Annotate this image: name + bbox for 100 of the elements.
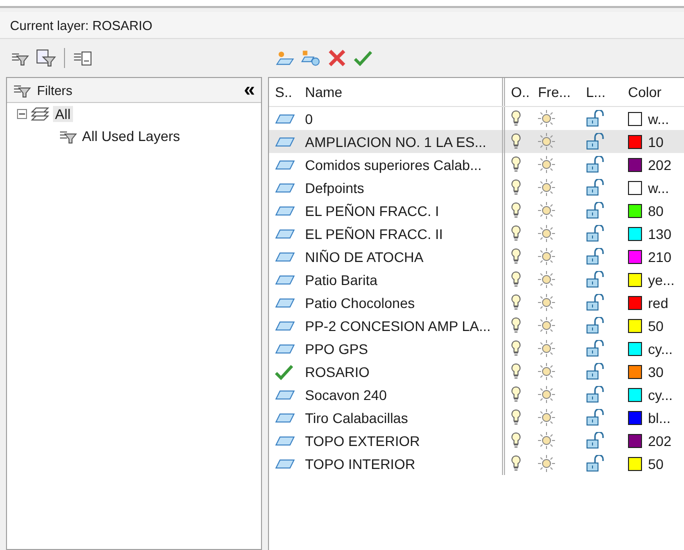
color-swatch[interactable] bbox=[628, 364, 642, 378]
bulb-icon[interactable] bbox=[511, 271, 521, 288]
bulb-icon[interactable] bbox=[511, 409, 521, 426]
unlocked-padlock-icon[interactable] bbox=[586, 110, 606, 127]
bulb-icon[interactable] bbox=[511, 179, 521, 196]
bulb-icon[interactable] bbox=[511, 202, 521, 219]
column-header[interactable]: L... bbox=[580, 78, 622, 106]
layer-row[interactable]: NIÑO DE ATOCHA 210 bbox=[269, 245, 684, 268]
sun-icon[interactable] bbox=[538, 133, 555, 150]
layer-name: PP-2 CONCESION AMP LA... bbox=[305, 318, 491, 334]
layer-row[interactable]: Socavon 240 cy... bbox=[269, 383, 684, 406]
color-swatch[interactable] bbox=[628, 318, 642, 332]
unlocked-padlock-icon[interactable] bbox=[586, 363, 606, 380]
sun-icon[interactable] bbox=[538, 432, 555, 449]
color-swatch[interactable] bbox=[628, 388, 642, 402]
unlocked-padlock-icon[interactable] bbox=[586, 294, 606, 311]
sun-icon[interactable] bbox=[538, 340, 555, 357]
new-layer-frozen-icon[interactable] bbox=[301, 49, 321, 67]
sun-icon[interactable] bbox=[538, 179, 555, 196]
sun-icon[interactable] bbox=[538, 271, 555, 288]
color-swatch[interactable] bbox=[628, 434, 642, 448]
layer-row[interactable]: Tiro Calabacillas bl... bbox=[269, 406, 684, 429]
column-header[interactable]: Color bbox=[622, 78, 684, 106]
bulb-icon[interactable] bbox=[511, 317, 521, 334]
layer-row[interactable]: Patio Chocolones red bbox=[269, 291, 684, 314]
filter-tree-item[interactable]: All bbox=[53, 106, 73, 122]
sun-icon[interactable] bbox=[538, 248, 555, 265]
column-header[interactable]: Fre... bbox=[532, 78, 580, 106]
layer-row[interactable]: TOPO INTERIOR 50 bbox=[269, 452, 684, 475]
column-header[interactable]: O.. bbox=[502, 78, 532, 106]
layer-icon bbox=[275, 436, 295, 446]
layer-row[interactable]: PP-2 CONCESION AMP LA... 50 bbox=[269, 314, 684, 337]
color-swatch[interactable] bbox=[628, 204, 642, 218]
bulb-icon[interactable] bbox=[511, 133, 521, 150]
color-swatch[interactable] bbox=[628, 180, 642, 194]
delete-icon[interactable] bbox=[328, 49, 346, 67]
color-swatch[interactable] bbox=[628, 226, 642, 240]
layer-row[interactable]: EL PEÑON FRACC. I 80 bbox=[269, 199, 684, 222]
layer-row[interactable]: Comidos superiores Calab... 202 bbox=[269, 153, 684, 176]
layer-row[interactable]: Patio Barita ye... bbox=[269, 268, 684, 291]
bulb-icon[interactable] bbox=[511, 110, 521, 127]
unlocked-padlock-icon[interactable] bbox=[586, 271, 606, 288]
bulb-icon[interactable] bbox=[511, 248, 521, 265]
bulb-icon[interactable] bbox=[511, 455, 521, 472]
color-swatch[interactable] bbox=[628, 456, 642, 470]
bulb-icon[interactable] bbox=[511, 432, 521, 449]
sun-icon[interactable] bbox=[538, 455, 555, 472]
sun-icon[interactable] bbox=[538, 110, 555, 127]
unlocked-padlock-icon[interactable] bbox=[586, 409, 606, 426]
unlocked-padlock-icon[interactable] bbox=[586, 386, 606, 403]
color-swatch[interactable] bbox=[628, 112, 642, 126]
color-swatch[interactable] bbox=[628, 296, 642, 310]
bulb-icon[interactable] bbox=[511, 294, 521, 311]
color-swatch[interactable] bbox=[628, 272, 642, 286]
bulb-icon[interactable] bbox=[511, 225, 521, 242]
unlocked-padlock-icon[interactable] bbox=[586, 455, 606, 472]
unlocked-padlock-icon[interactable] bbox=[586, 156, 606, 173]
new-layer-icon[interactable] bbox=[275, 49, 295, 67]
layer-row[interactable]: Defpoints w... bbox=[269, 176, 684, 199]
layer-row[interactable]: TOPO EXTERIOR 202 bbox=[269, 429, 684, 452]
color-swatch[interactable] bbox=[628, 158, 642, 172]
color-swatch[interactable] bbox=[628, 410, 642, 424]
unlocked-padlock-icon[interactable] bbox=[586, 432, 606, 449]
collapse-button[interactable]: « bbox=[244, 82, 255, 98]
unlocked-padlock-icon[interactable] bbox=[586, 179, 606, 196]
layer-name: AMPLIACION NO. 1 LA ES... bbox=[305, 134, 486, 150]
color-name: cy... bbox=[648, 340, 673, 356]
color-swatch[interactable] bbox=[628, 134, 642, 148]
sun-icon[interactable] bbox=[538, 363, 555, 380]
layer-row[interactable]: AMPLIACION NO. 1 LA ES... 10 bbox=[269, 130, 684, 153]
color-swatch[interactable] bbox=[628, 342, 642, 356]
new-group-filter-icon[interactable] bbox=[36, 49, 56, 67]
layer-states-icon[interactable] bbox=[73, 49, 93, 67]
sun-icon[interactable] bbox=[538, 294, 555, 311]
sun-icon[interactable] bbox=[538, 317, 555, 334]
bulb-icon[interactable] bbox=[511, 156, 521, 173]
bulb-icon[interactable] bbox=[511, 386, 521, 403]
sun-icon[interactable] bbox=[538, 156, 555, 173]
filter-tree-item[interactable]: All Used Layers bbox=[80, 128, 182, 144]
column-header[interactable]: S.. bbox=[269, 78, 299, 106]
unlocked-padlock-icon[interactable] bbox=[586, 248, 606, 265]
layer-name: Tiro Calabacillas bbox=[305, 410, 408, 426]
unlocked-padlock-icon[interactable] bbox=[586, 317, 606, 334]
layer-row[interactable]: EL PEÑON FRACC. II 130 bbox=[269, 222, 684, 245]
unlocked-padlock-icon[interactable] bbox=[586, 340, 606, 357]
column-header[interactable]: Name bbox=[299, 78, 502, 106]
layer-row[interactable]: PPO GPS cy... bbox=[269, 337, 684, 360]
sun-icon[interactable] bbox=[538, 202, 555, 219]
sun-icon[interactable] bbox=[538, 225, 555, 242]
color-swatch[interactable] bbox=[628, 250, 642, 264]
sun-icon[interactable] bbox=[538, 409, 555, 426]
unlocked-padlock-icon[interactable] bbox=[586, 202, 606, 219]
layer-row[interactable]: ROSARIO 30 bbox=[269, 360, 684, 383]
bulb-icon[interactable] bbox=[511, 340, 521, 357]
sun-icon[interactable] bbox=[538, 386, 555, 403]
bulb-icon[interactable] bbox=[511, 363, 521, 380]
color-name: 50 bbox=[648, 318, 664, 334]
unlocked-padlock-icon[interactable] bbox=[586, 133, 606, 150]
unlocked-padlock-icon[interactable] bbox=[586, 225, 606, 242]
collapse-tree-icon[interactable] bbox=[17, 109, 27, 119]
